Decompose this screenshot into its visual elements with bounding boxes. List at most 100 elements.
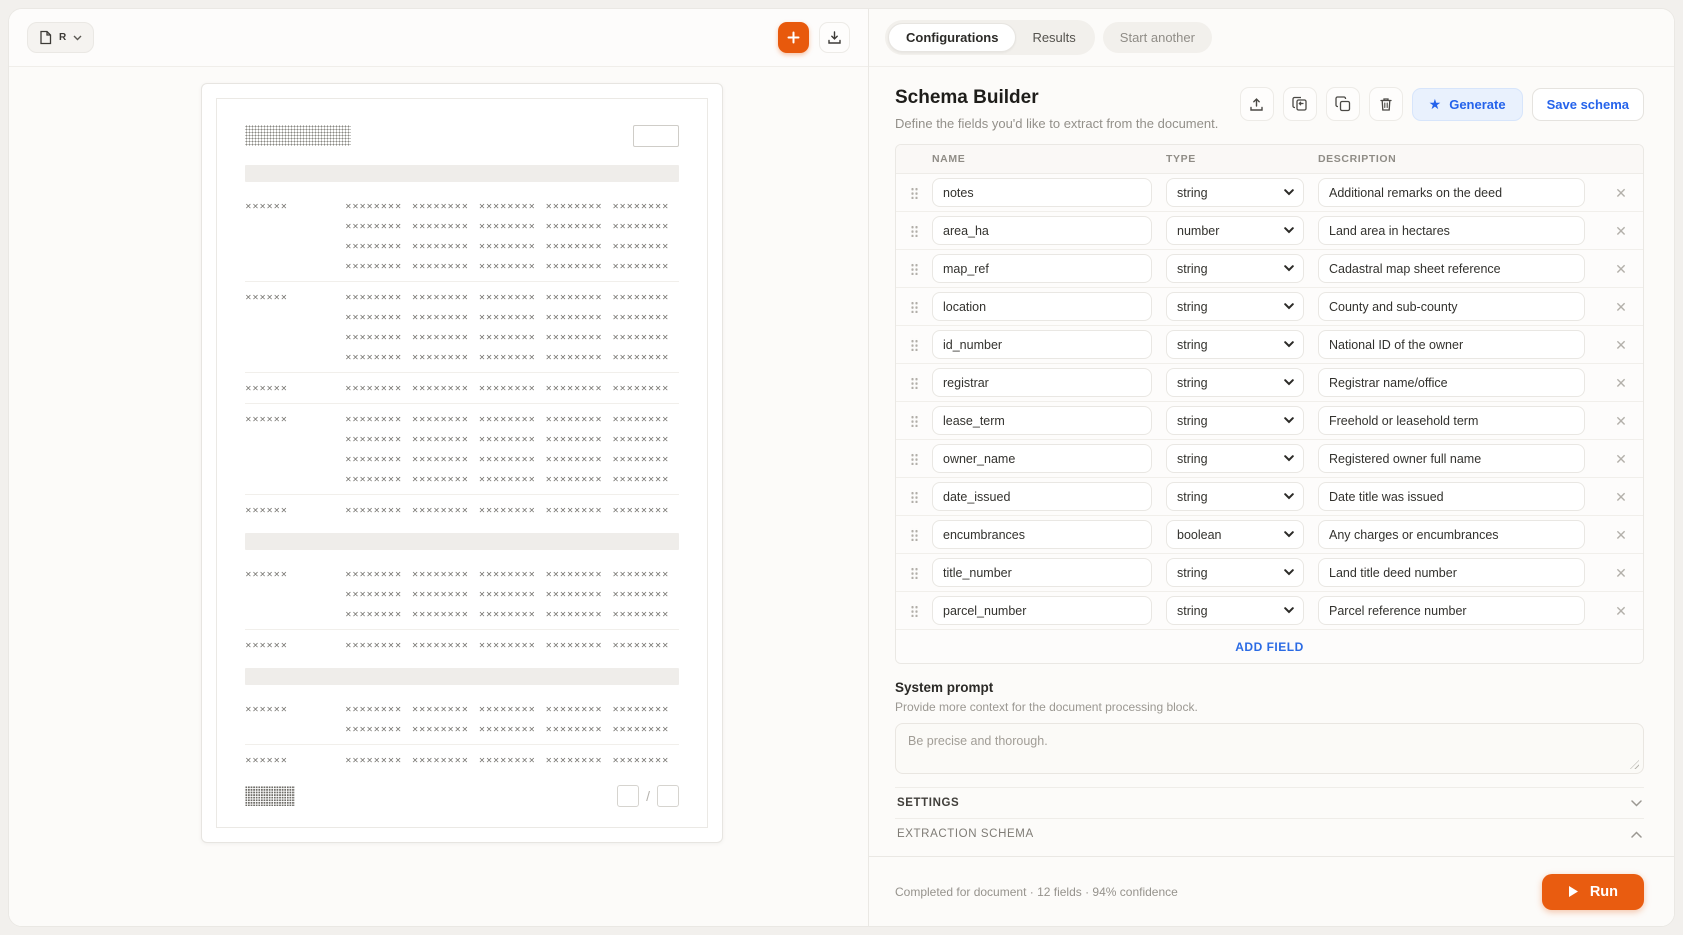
document-card[interactable]: ✕✕✕✕✕✕✕✕✕✕✕✕✕✕✕✕✕✕✕✕✕✕✕✕✕✕✕✕✕✕✕✕✕✕✕✕✕✕✕✕…	[201, 83, 723, 843]
field-type-select[interactable]: string	[1166, 482, 1304, 511]
file-selector[interactable]: R	[27, 22, 94, 53]
drag-handle[interactable]	[896, 452, 932, 465]
remove-field-button[interactable]: ✕	[1611, 221, 1631, 241]
field-name-input[interactable]	[932, 406, 1152, 435]
redacted-text: ✕✕✕✕✕✕✕✕	[545, 725, 612, 734]
drag-handle[interactable]	[896, 186, 932, 199]
section-extraction-schema[interactable]: EXTRACTION SCHEMA	[895, 819, 1644, 849]
system-prompt-textarea[interactable]: Be precise and thorough.	[895, 723, 1644, 774]
field-description-input[interactable]	[1318, 558, 1585, 587]
remove-field-button[interactable]: ✕	[1611, 335, 1631, 355]
drag-handle[interactable]	[896, 566, 932, 579]
drag-dots-icon	[910, 528, 918, 541]
copy-schema-button[interactable]	[1326, 87, 1360, 121]
field-name-input[interactable]	[932, 178, 1152, 207]
field-name-input[interactable]	[932, 482, 1152, 511]
redacted-text: ✕✕✕✕✕✕✕✕	[479, 705, 546, 714]
tab-start-another[interactable]: Start another	[1103, 22, 1212, 53]
drag-handle[interactable]	[896, 262, 932, 275]
field-type-select[interactable]: string	[1166, 558, 1304, 587]
remove-field-button[interactable]: ✕	[1611, 449, 1631, 469]
field-name-input[interactable]	[932, 216, 1152, 245]
field-description-input[interactable]	[1318, 368, 1585, 397]
field-description-input[interactable]	[1318, 482, 1585, 511]
field-type-select[interactable]: string	[1166, 368, 1304, 397]
field-name-input[interactable]	[932, 444, 1152, 473]
redacted-text: ✕✕✕✕✕✕✕✕	[545, 313, 612, 322]
field-description-input[interactable]	[1318, 178, 1585, 207]
play-icon	[1568, 885, 1579, 898]
drag-handle[interactable]	[896, 300, 932, 313]
redacted-text: ✕✕✕✕✕✕✕✕	[479, 610, 546, 619]
save-schema-button[interactable]: Save schema	[1532, 88, 1644, 121]
add-field-button[interactable]: ADD FIELD	[896, 630, 1643, 663]
field-description-input[interactable]	[1318, 596, 1585, 625]
redacted-text: ✕✕✕✕✕✕✕✕	[479, 570, 546, 579]
remove-field-button[interactable]: ✕	[1611, 601, 1631, 621]
document-preview-area: ✕✕✕✕✕✕✕✕✕✕✕✕✕✕✕✕✕✕✕✕✕✕✕✕✕✕✕✕✕✕✕✕✕✕✕✕✕✕✕✕…	[9, 67, 868, 926]
field-name-input[interactable]	[932, 368, 1152, 397]
drag-handle[interactable]	[896, 414, 932, 427]
field-description-input[interactable]	[1318, 330, 1585, 359]
field-description-input[interactable]	[1318, 520, 1585, 549]
drag-handle[interactable]	[896, 376, 932, 389]
redacted-text: ✕✕✕✕✕✕	[245, 202, 345, 211]
tab-results[interactable]: Results	[1016, 23, 1091, 52]
field-type-select[interactable]: string	[1166, 406, 1304, 435]
section-settings[interactable]: SETTINGS	[895, 788, 1644, 819]
redacted-text: ✕✕✕✕✕✕✕✕	[612, 756, 679, 765]
field-type-select[interactable]: string	[1166, 292, 1304, 321]
remove-field-button[interactable]: ✕	[1611, 411, 1631, 431]
field-type-select[interactable]: boolean	[1166, 520, 1304, 549]
schema-field-row: string ✕	[896, 440, 1643, 478]
add-document-button[interactable]	[778, 22, 809, 53]
drag-handle[interactable]	[896, 528, 932, 541]
redacted-section-band	[245, 668, 679, 685]
remove-field-button[interactable]: ✕	[1611, 373, 1631, 393]
field-description-input[interactable]	[1318, 216, 1585, 245]
drag-handle[interactable]	[896, 604, 932, 617]
field-description-input[interactable]	[1318, 444, 1585, 473]
field-description-input[interactable]	[1318, 406, 1585, 435]
drag-handle[interactable]	[896, 338, 932, 351]
field-type-cell: string	[1166, 330, 1318, 359]
remove-field-button[interactable]: ✕	[1611, 525, 1631, 545]
remove-field-button[interactable]: ✕	[1611, 259, 1631, 279]
run-button[interactable]: Run	[1542, 874, 1644, 910]
remove-field-button[interactable]: ✕	[1611, 563, 1631, 583]
redacted-text: ✕✕✕✕✕✕✕✕	[612, 725, 679, 734]
remove-field-button[interactable]: ✕	[1611, 297, 1631, 317]
drag-handle[interactable]	[896, 224, 932, 237]
doc-row: ✕✕✕✕✕✕✕✕✕✕✕✕✕✕✕✕✕✕✕✕✕✕✕✕✕✕✕✕✕✕✕✕✕✕✕✕✕✕✕✕…	[245, 750, 679, 770]
paste-schema-button[interactable]	[1283, 87, 1317, 121]
document-toolbar: R	[9, 9, 868, 67]
field-name-input[interactable]	[932, 292, 1152, 321]
chevron-down-icon	[1284, 493, 1294, 500]
field-name-input[interactable]	[932, 596, 1152, 625]
field-type-select[interactable]: number	[1166, 216, 1304, 245]
add-field-label: ADD FIELD	[1235, 640, 1304, 654]
redacted-text: ✕✕✕✕✕✕✕✕	[479, 455, 546, 464]
field-type-select[interactable]: string	[1166, 254, 1304, 283]
system-prompt-title: System prompt	[895, 680, 1644, 695]
tab-configurations[interactable]: Configurations	[888, 23, 1016, 52]
field-name-input[interactable]	[932, 558, 1152, 587]
field-description-cell	[1318, 558, 1599, 587]
field-type-select[interactable]: string	[1166, 596, 1304, 625]
remove-field-button[interactable]: ✕	[1611, 183, 1631, 203]
remove-field-button[interactable]: ✕	[1611, 487, 1631, 507]
field-description-input[interactable]	[1318, 292, 1585, 321]
drag-handle[interactable]	[896, 490, 932, 503]
field-name-input[interactable]	[932, 254, 1152, 283]
download-document-button[interactable]	[819, 22, 850, 53]
field-type-select[interactable]: string	[1166, 330, 1304, 359]
field-name-input[interactable]	[932, 330, 1152, 359]
delete-schema-button[interactable]	[1369, 87, 1403, 121]
upload-schema-button[interactable]	[1240, 87, 1274, 121]
redacted-text: ✕✕✕✕✕✕✕✕	[612, 353, 679, 362]
field-type-select[interactable]: string	[1166, 178, 1304, 207]
field-name-input[interactable]	[932, 520, 1152, 549]
field-description-input[interactable]	[1318, 254, 1585, 283]
field-type-select[interactable]: string	[1166, 444, 1304, 473]
generate-button[interactable]: ★ Generate	[1412, 88, 1523, 121]
